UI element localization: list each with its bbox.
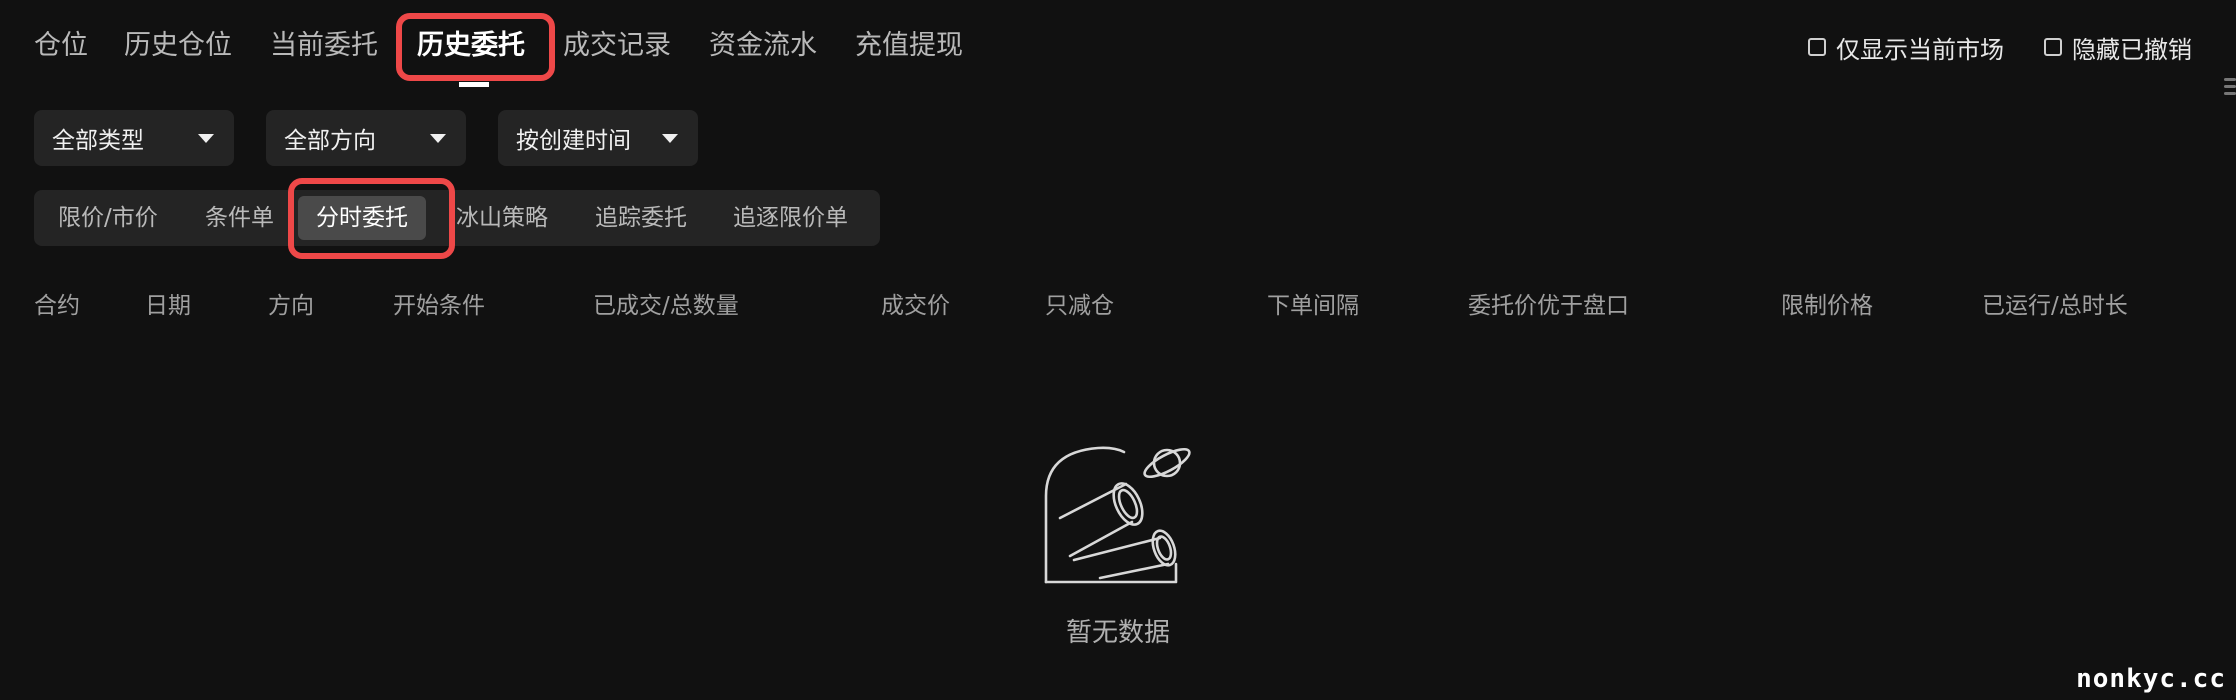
- tab-funding-flow[interactable]: 资金流水: [709, 24, 817, 68]
- segment-limit-market[interactable]: 限价/市价: [58, 190, 158, 246]
- segment-twap[interactable]: 分时委托: [298, 196, 426, 240]
- col-price-better-than-book: 委托价优于盘口: [1468, 293, 1629, 319]
- history-orders-page: 仓位 历史仓位 当前委托 历史委托 成交记录 资金流水 充值提现 仅显示当前市场…: [0, 0, 2236, 700]
- watermark: nonkyc.cc: [2076, 664, 2226, 694]
- checkbox-box-icon: [2044, 38, 2062, 56]
- col-elapsed-total-time: 已运行/总时长: [1982, 293, 2128, 319]
- current-market-only-label: 仅显示当前市场: [1836, 35, 2004, 64]
- tab-positions[interactable]: 仓位: [34, 24, 88, 68]
- col-reduce-only: 只减仓: [1045, 293, 1114, 319]
- col-fill-price: 成交价: [881, 293, 950, 319]
- type-filter-value: 全部类型: [52, 128, 144, 154]
- hide-cancelled-label: 隐藏已撤销: [2072, 35, 2192, 64]
- col-limit-price: 限制价格: [1781, 293, 1873, 319]
- tab-trade-history[interactable]: 成交记录: [563, 24, 671, 68]
- table-header: 合约 日期 方向 开始条件 已成交/总数量 成交价 只减仓 下单间隔 委托价优于…: [0, 286, 2236, 320]
- order-type-segmented-control: 限价/市价 条件单 分时委托 冰山策略 追踪委托 追逐限价单: [34, 190, 880, 246]
- col-start-condition: 开始条件: [393, 293, 485, 319]
- direction-filter-dropdown[interactable]: 全部方向: [266, 110, 466, 166]
- col-direction: 方向: [268, 293, 314, 319]
- panel-menu-handle-icon[interactable]: [2224, 78, 2236, 99]
- caret-down-icon: [430, 133, 446, 143]
- caret-down-icon: [662, 133, 678, 143]
- col-contract: 合约: [34, 293, 80, 319]
- col-filled-total-qty: 已成交/总数量: [593, 293, 739, 319]
- col-order-interval: 下单间隔: [1267, 293, 1359, 319]
- tab-order-history[interactable]: 历史委托: [417, 24, 525, 68]
- segment-chase-limit[interactable]: 追逐限价单: [733, 190, 848, 246]
- segment-conditional[interactable]: 条件单: [205, 190, 274, 246]
- telescope-planet-icon: [1044, 446, 1191, 584]
- sort-filter-value: 按创建时间: [516, 128, 631, 154]
- tab-position-history[interactable]: 历史仓位: [124, 24, 232, 68]
- current-market-only-checkbox[interactable]: 仅显示当前市场: [1808, 30, 2004, 64]
- tab-open-orders[interactable]: 当前委托: [270, 24, 378, 68]
- caret-down-icon: [198, 133, 214, 143]
- segment-iceberg[interactable]: 冰山策略: [456, 190, 548, 246]
- active-tab-underline: [459, 82, 489, 87]
- empty-state-text: 暂无数据: [1065, 618, 1170, 648]
- type-filter-dropdown[interactable]: 全部类型: [34, 110, 234, 166]
- hide-cancelled-checkbox[interactable]: 隐藏已撤销: [2044, 30, 2192, 64]
- segment-trailing[interactable]: 追踪委托: [595, 190, 687, 246]
- tab-deposit-withdraw[interactable]: 充值提现: [855, 24, 963, 68]
- sort-filter-dropdown[interactable]: 按创建时间: [498, 110, 698, 166]
- direction-filter-value: 全部方向: [284, 128, 376, 154]
- checkbox-box-icon: [1808, 38, 1826, 56]
- col-date: 日期: [145, 293, 191, 319]
